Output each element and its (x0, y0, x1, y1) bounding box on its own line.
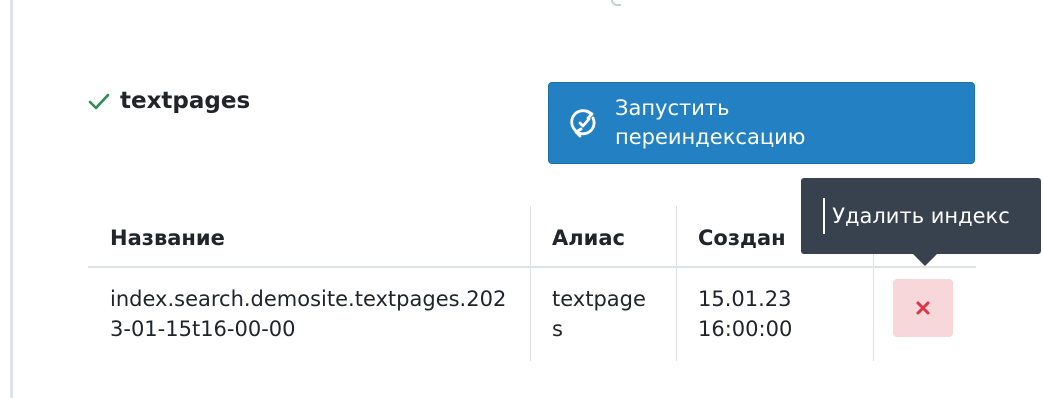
refresh-check-icon (570, 109, 596, 138)
index-header: textpages (88, 88, 250, 114)
delete-tooltip: Удалить индекс (801, 178, 1041, 254)
column-header-created: Создан (698, 226, 786, 250)
page: textpages Запустить переиндексацию Назва… (0, 0, 1043, 398)
close-icon (916, 301, 930, 315)
text-cursor (823, 198, 825, 234)
check-icon (88, 93, 110, 110)
column-separator (676, 206, 677, 361)
index-name: textpages (120, 88, 251, 114)
column-separator (530, 206, 531, 361)
reindex-button-label: Запустить переиндексацию (615, 96, 806, 149)
panel-left-border (10, 0, 13, 398)
tooltip-arrow (913, 254, 937, 266)
tooltip-text: Удалить индекс (832, 204, 1010, 228)
column-header-name: Название (110, 226, 225, 250)
column-header-alias: Алиас (552, 226, 625, 250)
cropped-element (611, 0, 621, 6)
table-cell-name: index.search.demosite.textpages.2023-01-… (110, 287, 507, 341)
table-header-border (88, 266, 976, 268)
table-cell-alias: textpages (552, 287, 646, 341)
delete-index-button[interactable] (893, 279, 953, 337)
table-cell-created: 15.01.23 16:00:00 (698, 287, 793, 341)
reindex-button[interactable]: Запустить переиндексацию (548, 82, 975, 164)
